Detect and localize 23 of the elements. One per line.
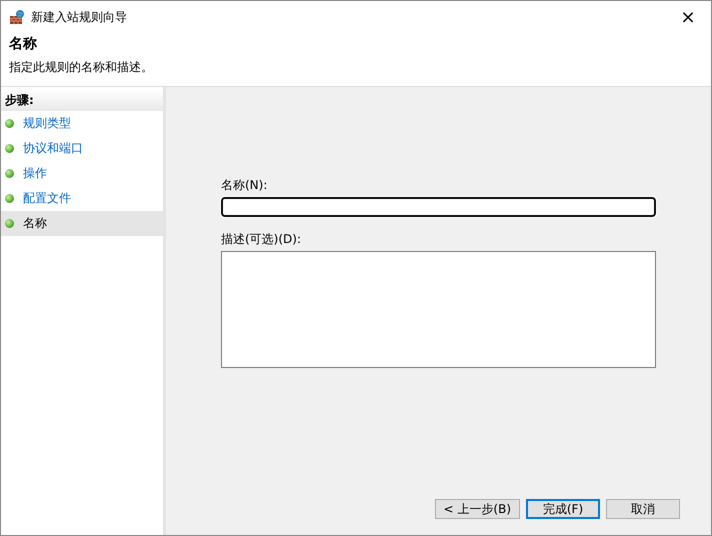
status-dot-icon <box>5 194 14 203</box>
window-title: 新建入站规则向导 <box>31 8 128 26</box>
step-item[interactable]: 协议和端口 <box>1 136 163 161</box>
description-label: 描述(可选)(D): <box>221 231 302 248</box>
page-title: 名称 <box>9 35 38 53</box>
name-label: 名称(N): <box>221 177 268 194</box>
step-item[interactable]: 操作 <box>1 161 163 186</box>
status-dot-icon <box>5 144 14 153</box>
page-subtitle: 指定此规则的名称和描述。 <box>9 59 154 76</box>
close-button[interactable]: × <box>665 1 711 33</box>
status-dot-icon <box>5 219 14 228</box>
name-field[interactable] <box>221 197 656 217</box>
step-item[interactable]: 名称 <box>1 211 163 236</box>
step-item[interactable]: 配置文件 <box>1 186 163 211</box>
description-field[interactable] <box>221 251 656 368</box>
dialog-button[interactable]: 完成(F) <box>526 499 600 519</box>
dialog-button[interactable]: 取消 <box>606 499 680 519</box>
steps-heading: 步骤: <box>1 89 163 111</box>
dialog-button[interactable]: < 上一步(B) <box>434 499 520 519</box>
firewall-icon <box>9 9 25 25</box>
status-dot-icon <box>5 119 14 128</box>
status-dot-icon <box>5 169 14 178</box>
step-item[interactable]: 规则类型 <box>1 111 163 136</box>
